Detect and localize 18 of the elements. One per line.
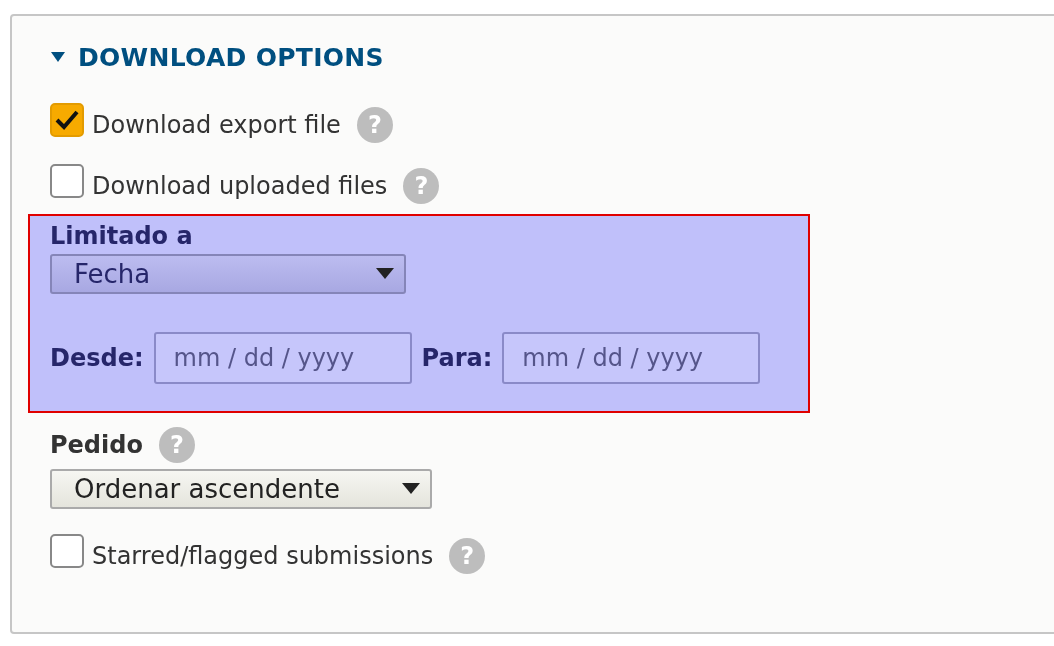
collapse-triangle-icon[interactable] (50, 51, 66, 63)
order-select[interactable]: Ordenar ascendente (50, 469, 432, 509)
date-type-select[interactable]: Fecha (50, 254, 406, 294)
checkbox[interactable] (50, 533, 84, 568)
checkbox[interactable] (50, 163, 84, 198)
date-field[interactable]: mm / dd / yyyy (502, 332, 761, 384)
field-label: Para: (421, 344, 493, 372)
checkbox-label[interactable]: Starred/flagged submissions (92, 541, 434, 570)
checkbox-label[interactable]: Download uploaded files (92, 171, 388, 200)
field-label: Limitado a (50, 222, 194, 250)
caret-icon (376, 268, 394, 280)
section-title[interactable]: DOWNLOAD OPTIONS (78, 42, 384, 72)
checkbox[interactable] (50, 102, 84, 137)
caret-icon (402, 483, 420, 495)
field-label: Desde: (50, 344, 144, 372)
date-field[interactable]: mm / dd / yyyy (153, 332, 412, 384)
field-label: Pedido (50, 431, 143, 459)
checkbox-label[interactable]: Download export file (92, 110, 341, 139)
